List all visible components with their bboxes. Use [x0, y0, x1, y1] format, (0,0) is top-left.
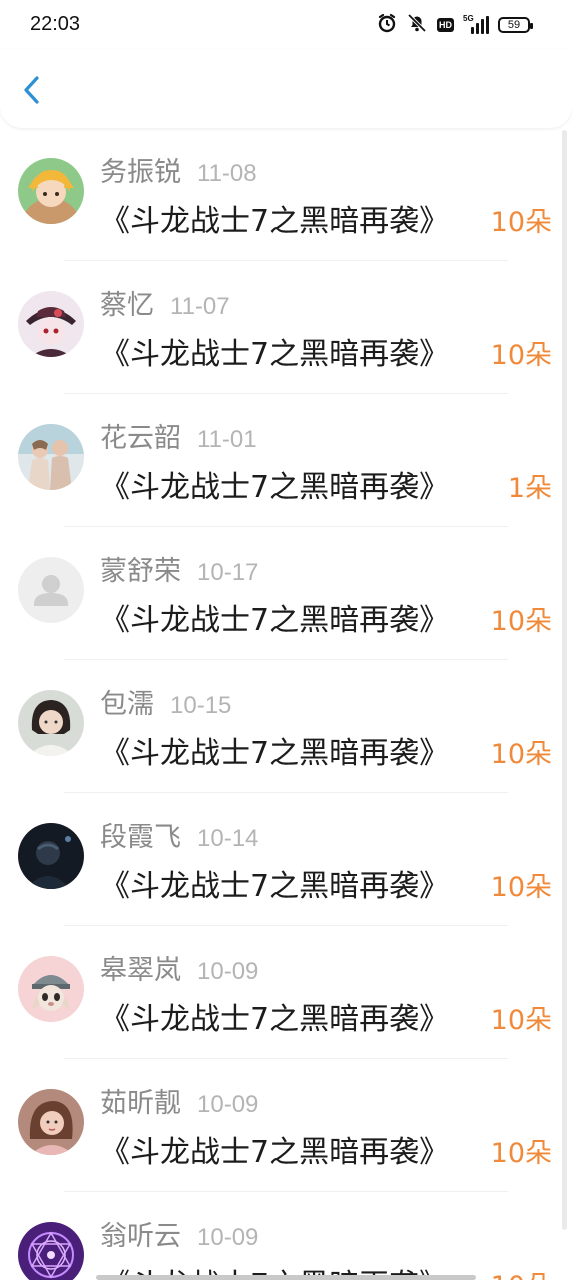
list-item[interactable]: 段霞飞 10-14 《斗龙战士7之黑暗再袭》 10朵 — [0, 793, 572, 926]
user-name-text: 茹昕靓 — [100, 1088, 181, 1119]
book-title: 《斗龙战士7之黑暗再袭》 — [100, 1002, 450, 1037]
flower-amount: 10朵 — [490, 1138, 552, 1169]
status-time: 22:03 — [30, 13, 81, 35]
user-name: 蒙舒荣 10-17 — [100, 549, 258, 588]
hd-badge: HD — [437, 18, 454, 32]
gift-date: 10-09 — [197, 958, 259, 985]
list-item[interactable]: 包濡 10-15 《斗龙战士7之黑暗再袭》 10朵 — [0, 660, 572, 793]
list-item[interactable]: 蒙舒荣 10-17 《斗龙战士7之黑暗再袭》 10朵 — [0, 527, 572, 660]
back-button[interactable] — [14, 72, 50, 108]
flower-amount: 10朵 — [490, 872, 552, 903]
status-icons: HD 5G 59 — [377, 13, 533, 37]
user-name: 包濡 10-15 — [100, 682, 231, 721]
book-title: 《斗龙战士7之黑暗再袭》 — [100, 603, 450, 638]
gift-date: 10-17 — [197, 559, 259, 586]
list-item[interactable]: 皋翠岚 10-09 《斗龙战士7之黑暗再袭》 10朵 — [0, 926, 572, 1059]
flower-amount: 10朵 — [491, 1264, 552, 1280]
avatar[interactable] — [18, 158, 84, 224]
flower-amount: 10朵 — [490, 340, 552, 371]
book-title: 《斗龙战士7之黑暗再袭》 — [100, 204, 450, 239]
user-name: 花云韶 11-01 — [100, 416, 257, 455]
user-name-text: 包濡 — [100, 689, 154, 720]
list-item[interactable]: 务振锐 11-08 《斗龙战士7之黑暗再袭》 10朵 — [0, 128, 572, 261]
mute-bell-icon — [406, 13, 428, 37]
gift-date: 10-09 — [197, 1224, 259, 1251]
gift-date: 10-09 — [197, 1091, 259, 1118]
gift-date: 10-14 — [197, 825, 259, 852]
alarm-icon — [377, 13, 397, 37]
home-indicator[interactable] — [96, 1275, 476, 1280]
avatar[interactable] — [18, 956, 84, 1022]
default-user-icon[interactable] — [18, 557, 84, 623]
chevron-left-icon — [24, 76, 39, 104]
avatar[interactable] — [18, 823, 84, 889]
scrollbar[interactable] — [562, 130, 567, 1230]
flower-amount: 10朵 — [490, 606, 552, 637]
avatar[interactable] — [18, 1089, 84, 1155]
user-name: 茹昕靓 10-09 — [100, 1081, 258, 1120]
user-name: 务振锐 11-08 — [100, 150, 257, 189]
user-name-text: 务振锐 — [100, 157, 181, 188]
user-name-text: 皋翠岚 — [100, 955, 181, 986]
battery-level: 59 — [507, 19, 521, 31]
user-name-text: 蔡忆 — [100, 290, 154, 321]
gift-date: 11-07 — [170, 293, 230, 320]
gift-date: 11-01 — [197, 426, 257, 453]
book-title: 《斗龙战士7之黑暗再袭》 — [100, 736, 450, 771]
book-title: 《斗龙战士7之黑暗再袭》 — [100, 1135, 450, 1170]
avatar[interactable] — [18, 1222, 84, 1280]
screen: 22:03 HD 5G 59 务振锐 11-08 《斗龙战士7之黑暗再袭》 10… — [0, 0, 572, 1280]
avatar[interactable] — [18, 690, 84, 756]
flower-amount: 10朵 — [490, 1005, 552, 1036]
list-item[interactable]: 花云韶 11-01 《斗龙战士7之黑暗再袭》 1朵 — [0, 394, 572, 527]
user-name-text: 段霞飞 — [100, 822, 181, 853]
user-name: 翁听云 10-09 — [100, 1214, 258, 1253]
list-item[interactable]: 蔡忆 11-07 《斗龙战士7之黑暗再袭》 10朵 — [0, 261, 572, 394]
list-item[interactable]: 翁听云10-09 《斗龙战士7之黑暗再袭》 10朵 — [0, 1192, 572, 1280]
nav-header — [0, 50, 572, 128]
gift-date: 11-08 — [197, 160, 257, 187]
user-name: 蔡忆 11-07 — [100, 283, 230, 322]
gift-date: 10-15 — [170, 692, 232, 719]
user-name-text: 蒙舒荣 — [100, 556, 181, 587]
user-name-text: 翁听云 — [100, 1221, 181, 1252]
user-name-text: 花云韶 — [100, 423, 181, 454]
flower-amount: 10朵 — [490, 207, 552, 238]
user-name: 皋翠岚 10-09 — [100, 948, 258, 987]
status-bar: 22:03 HD 5G 59 — [0, 0, 572, 50]
signal-5g-icon: 5G — [463, 14, 489, 34]
book-title: 《斗龙战士7之黑暗再袭》 — [100, 337, 450, 372]
gift-record-list: 务振锐 11-08 《斗龙战士7之黑暗再袭》 10朵 蔡忆 11-07 《斗龙战士7… — [0, 128, 572, 1280]
avatar[interactable] — [18, 424, 84, 490]
book-title: 《斗龙战士7之黑暗再袭》 — [100, 869, 450, 904]
avatar[interactable] — [18, 291, 84, 357]
user-name: 段霞飞 10-14 — [100, 815, 258, 854]
flower-amount: 1朵 — [507, 473, 552, 504]
list-item[interactable]: 茹昕靓 10-09 《斗龙战士7之黑暗再袭》 10朵 — [0, 1059, 572, 1192]
book-title: 《斗龙战士7之黑暗再袭》 — [100, 470, 450, 505]
flower-amount: 10朵 — [490, 739, 552, 770]
battery-icon: 59 — [498, 17, 533, 33]
